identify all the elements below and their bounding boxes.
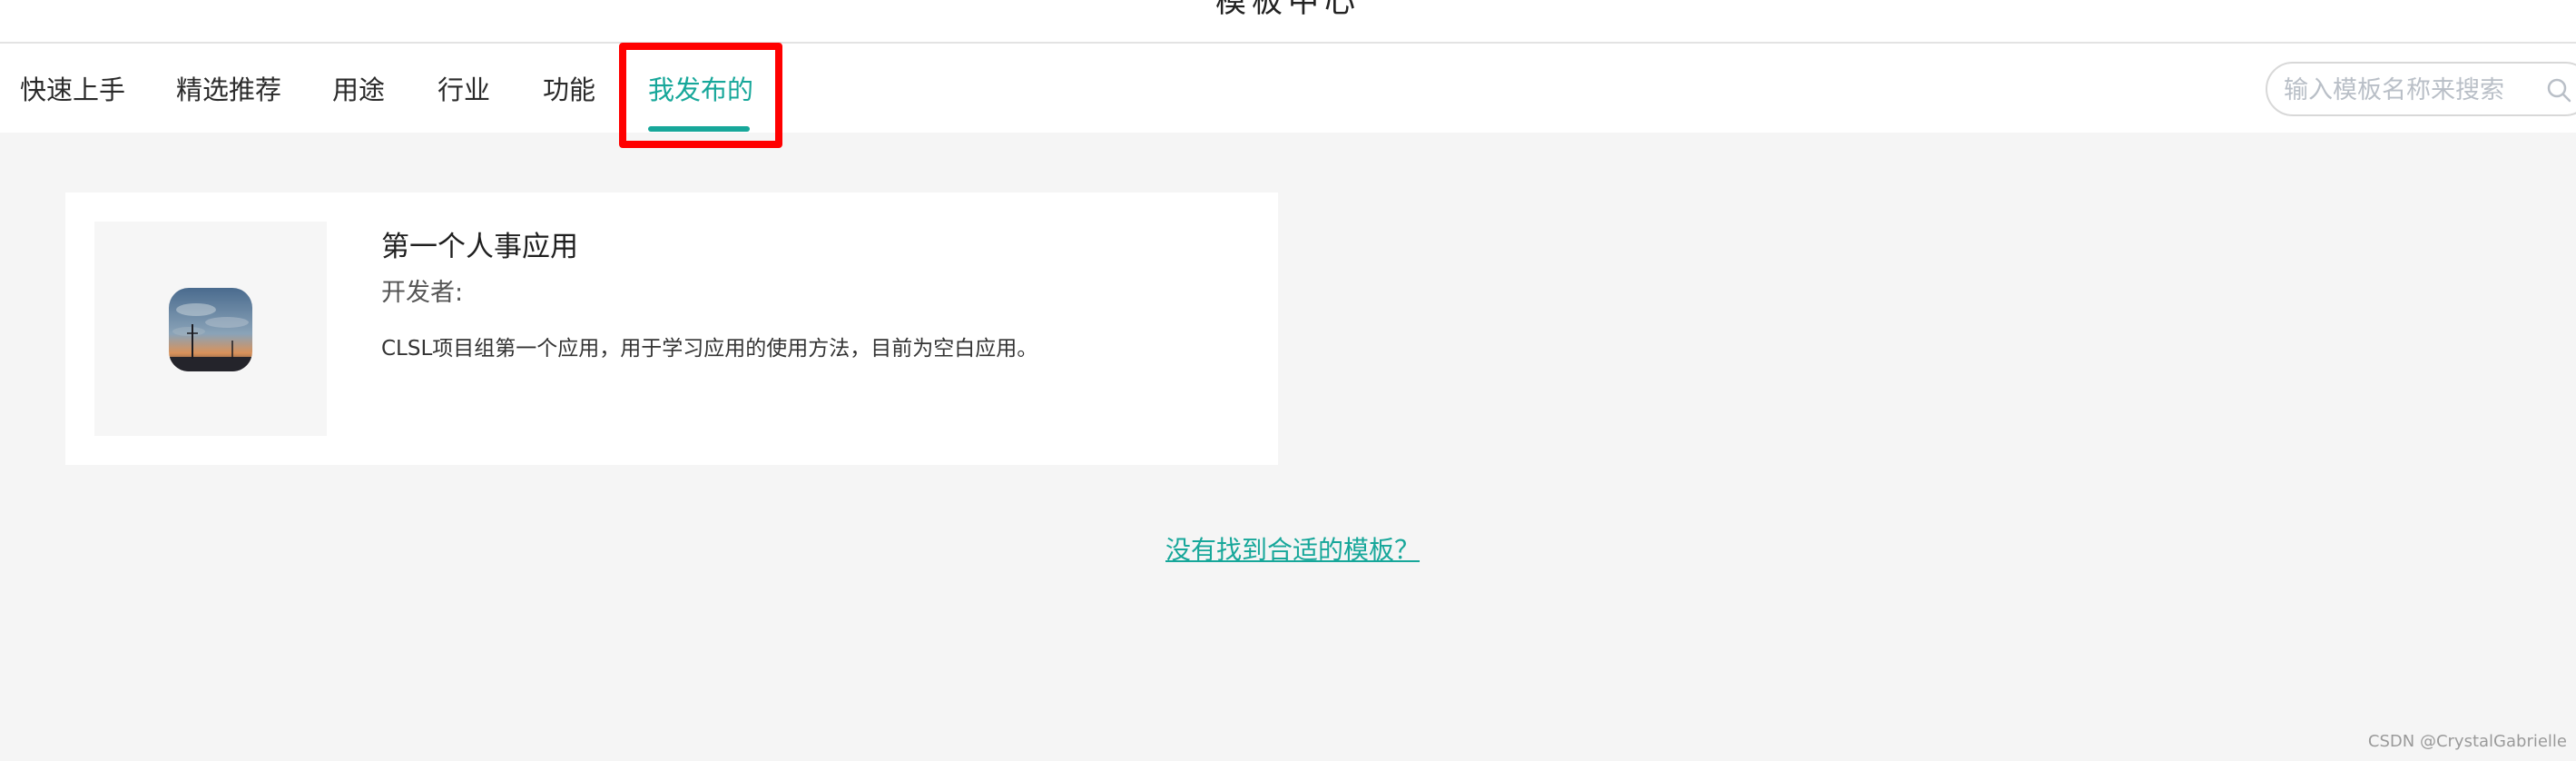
tab-bar: 快速上手 精选推荐 用途 行业 功能 我发布的 xyxy=(0,44,2576,133)
top-header: 模板中心 xyxy=(0,0,2576,44)
active-tab-indicator xyxy=(648,126,750,132)
tab-featured[interactable]: 精选推荐 xyxy=(176,69,281,107)
search-icon[interactable] xyxy=(2545,76,2572,104)
template-card[interactable]: 第一个人事应用 开发者: CLSL项目组第一个应用，用于学习应用的使用方法，目前… xyxy=(65,193,1278,465)
tab-industry[interactable]: 行业 xyxy=(438,69,490,107)
template-thumbnail xyxy=(94,222,327,436)
tab-function[interactable]: 功能 xyxy=(543,69,595,107)
template-not-found-link[interactable]: 没有找到合适的模板？ xyxy=(1165,530,1420,567)
app-landscape-icon xyxy=(169,288,252,371)
tab-my-published[interactable]: 我发布的 xyxy=(648,69,753,107)
template-description: CLSL项目组第一个应用，用于学习应用的使用方法，目前为空白应用。 xyxy=(381,337,1038,361)
csdn-watermark: CSDN @CrystalGabrielle xyxy=(2367,732,2567,751)
template-name[interactable]: 第一个人事应用 xyxy=(381,223,578,264)
tab-purpose[interactable]: 用途 xyxy=(332,69,385,107)
template-search-box[interactable] xyxy=(2266,62,2576,116)
template-developer: 开发者: xyxy=(381,279,464,307)
page-title: 模板中心 xyxy=(1215,0,1361,20)
search-input[interactable] xyxy=(2282,71,2522,109)
tab-quick-start[interactable]: 快速上手 xyxy=(20,69,125,107)
